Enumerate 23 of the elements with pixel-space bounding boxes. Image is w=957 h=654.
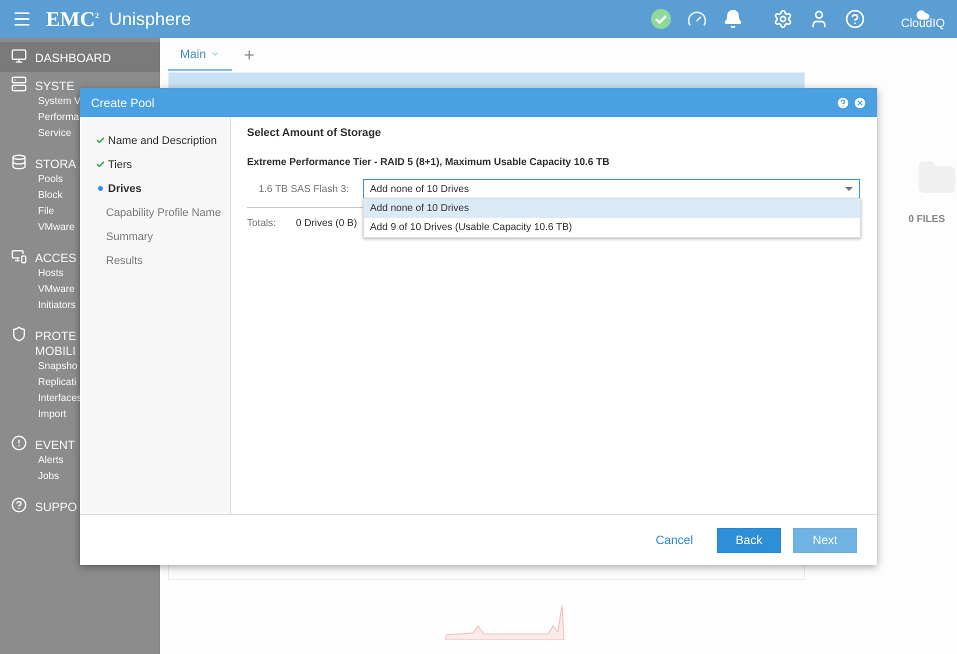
wizard-step: Drives [108, 182, 142, 194]
drive-label: 1.6 TB SAS Flash 3: [258, 184, 350, 194]
wizard-step: Tiers [108, 158, 132, 170]
section-label: SUPPO [35, 499, 78, 515]
wizard-step: Name and Description [108, 134, 217, 146]
files-count: 0 FILES [908, 214, 946, 225]
totals-label: Totals: [247, 218, 276, 229]
section-label: ACCES [35, 250, 76, 266]
tier-description: Extreme Performance Tier - RAID 5 (8+1), Maximum Usable Capacity 10.6 TB [247, 157, 610, 168]
section-label: SYSTE [35, 78, 74, 94]
section-label: MOBILI [35, 344, 76, 359]
wizard-step: Capability Profile Name [106, 206, 221, 218]
section-label: EVENT [35, 437, 76, 453]
section-label: PROTE [35, 328, 76, 344]
wizard-step: Results [106, 254, 143, 266]
dialog-title: Create Pool [91, 96, 154, 110]
wizard-step: Summary [106, 230, 154, 242]
brand-logo: EMC$^{2}$ [46, 6, 99, 32]
section-heading: Select Amount of Storage [247, 127, 382, 139]
product-name: Unisphere [109, 8, 192, 30]
section-label: STORA [35, 156, 76, 172]
totals-value: 0 Drives (0 B) [296, 218, 358, 229]
section-label: DASHBOARD [35, 50, 112, 66]
